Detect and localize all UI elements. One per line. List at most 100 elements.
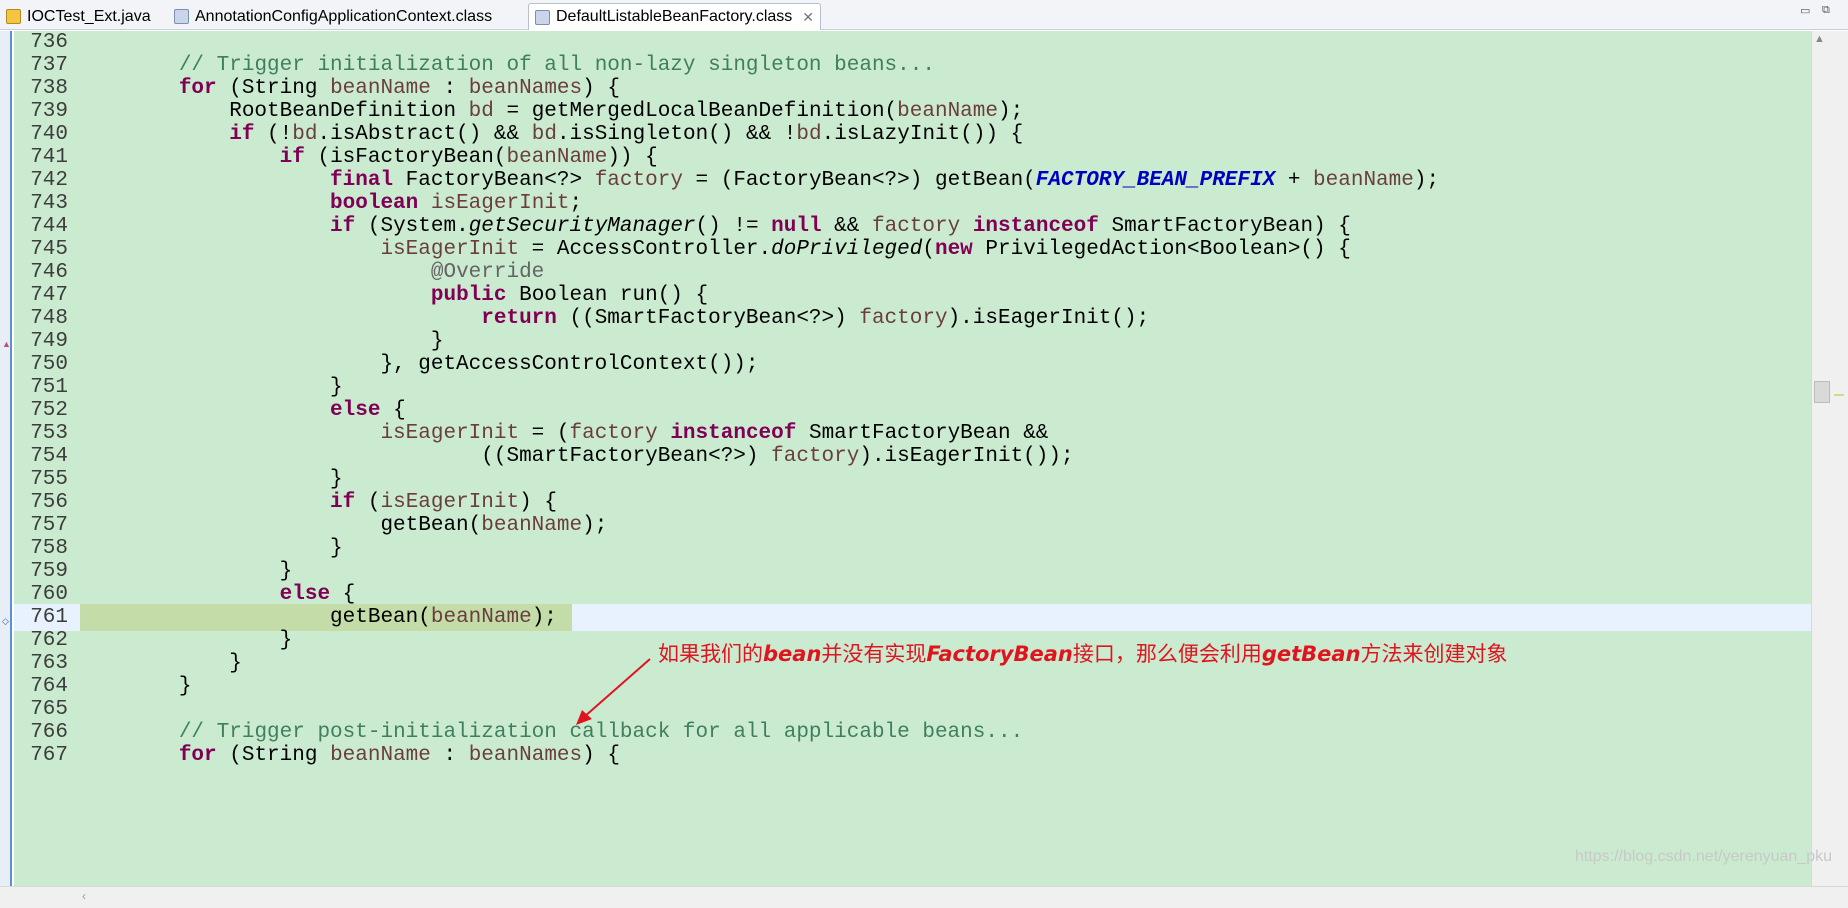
scrollbar-thumb[interactable]	[1814, 381, 1830, 403]
code-token: beanName	[330, 744, 431, 767]
code-token: doPrivileged	[771, 238, 923, 261]
code-token: getBean(	[78, 514, 482, 537]
code-token: &&	[821, 215, 872, 238]
code-token: factory	[872, 215, 961, 238]
code-token: }	[78, 330, 444, 353]
tab-default-listable-bean-factory[interactable]: DefaultListableBeanFactory.class ✕	[528, 3, 821, 30]
code-text: for (String beanName : beanNames) {	[78, 742, 620, 769]
code-token: else	[330, 399, 381, 422]
code-token: ).isEagerInit();	[947, 307, 1150, 330]
code-token: :	[430, 77, 469, 100]
code-token: instanceof	[972, 215, 1099, 238]
horizontal-scrollbar[interactable]: ‹	[0, 886, 1848, 908]
code-token: ) {	[582, 77, 620, 100]
java-file-icon	[6, 9, 21, 24]
code-token: getBean(	[78, 606, 431, 629]
code-token: }	[78, 468, 343, 491]
code-token: instanceof	[670, 422, 797, 445]
code-area[interactable]: 736 737 // Trigger initialization of all …	[14, 31, 1811, 886]
annotation-text: 方法来创建对象	[1360, 642, 1508, 666]
code-token: if	[279, 146, 305, 169]
code-token: {	[330, 583, 356, 606]
tab-ioctest-ext[interactable]: IOCTest_Ext.java	[0, 3, 157, 30]
scroll-left-icon[interactable]: ‹	[82, 889, 86, 903]
overview-ruler-marker	[1834, 394, 1844, 396]
editor-tab-bar: IOCTest_Ext.java AnnotationConfigApplica…	[0, 0, 1848, 30]
code-token: +	[1275, 169, 1314, 192]
tab-annotation-config-context[interactable]: AnnotationConfigApplicationContext.class	[168, 3, 498, 30]
code-token: factory	[859, 307, 948, 330]
code-token: Boolean run() {	[506, 284, 709, 307]
close-tab-icon[interactable]: ✕	[802, 9, 814, 26]
code-token: = AccessController.	[519, 238, 772, 261]
code-token: FACTORY_BEAN_PREFIX	[1035, 169, 1276, 192]
code-token: = (	[519, 422, 570, 445]
minimize-icon[interactable]: ▭	[1800, 4, 1810, 17]
code-token: factory	[771, 445, 860, 468]
code-token: bd	[468, 100, 494, 123]
code-token: if	[229, 123, 255, 146]
annotation-emphasis: bean	[763, 642, 822, 666]
class-file-icon	[535, 9, 550, 25]
code-token: factory	[569, 422, 658, 445]
code-token: = getMergedLocalBeanDefinition(	[493, 100, 898, 123]
code-token: ).isEagerInit());	[859, 445, 1074, 468]
code-token: beanName	[506, 146, 608, 169]
code-token: ((SmartFactoryBean<?>)	[556, 307, 860, 330]
code-token: :	[430, 744, 469, 767]
code-token: if	[330, 215, 356, 238]
tab-label: IOCTest_Ext.java	[27, 7, 151, 25]
watermark: https://blog.csdn.net/yerenyuan_pku	[1574, 848, 1832, 865]
code-token: beanName	[430, 606, 532, 629]
restore-icon[interactable]: ⧉	[1822, 4, 1830, 17]
vertical-scrollbar[interactable]: ▲	[1811, 31, 1848, 886]
code-token: );	[997, 100, 1024, 123]
code-token: new	[934, 238, 973, 261]
code-token: }	[78, 376, 343, 399]
code-token: if	[330, 491, 356, 514]
code-token: ;	[569, 192, 583, 215]
code-token: SmartFactoryBean) {	[1098, 215, 1351, 238]
code-token: );	[1413, 169, 1440, 192]
code-token: }	[78, 537, 343, 560]
code-editor[interactable]: ▲ ◇ 736 737 // Trigger initialization of …	[0, 31, 1848, 908]
tab-label: DefaultListableBeanFactory.class	[556, 8, 793, 25]
code-token: ) {	[582, 744, 620, 767]
scroll-up-icon[interactable]: ▲	[1814, 33, 1825, 45]
annotation-emphasis: getBean	[1261, 642, 1361, 666]
code-token: FactoryBean<?>	[393, 169, 595, 192]
code-token: isEagerInit	[380, 238, 520, 261]
code-token: );	[582, 514, 608, 537]
override-marker-icon: ▲	[2, 339, 11, 349]
code-token: .isAbstract() &&	[317, 123, 532, 146]
code-token: (System.	[355, 215, 469, 238]
code-token: (isFactoryBean(	[304, 146, 507, 169]
code-token: SmartFactoryBean &&	[796, 422, 1049, 445]
code-token: beanName	[897, 100, 998, 123]
code-token: }	[78, 652, 242, 675]
code-token: beanNames	[468, 744, 583, 767]
code-token: RootBeanDefinition	[78, 100, 469, 123]
code-token: (	[922, 238, 935, 261]
tab-label: AnnotationConfigApplicationContext.class	[195, 7, 493, 25]
code-token: bd	[292, 123, 318, 146]
code-token: = (FactoryBean<?>) getBean(	[682, 169, 1036, 192]
code-token: {	[380, 399, 406, 422]
code-token: (!	[254, 123, 293, 146]
code-token: isEagerInit	[430, 192, 570, 215]
code-line[interactable]: 767 for (String beanName : beanNames) {	[14, 742, 1811, 769]
